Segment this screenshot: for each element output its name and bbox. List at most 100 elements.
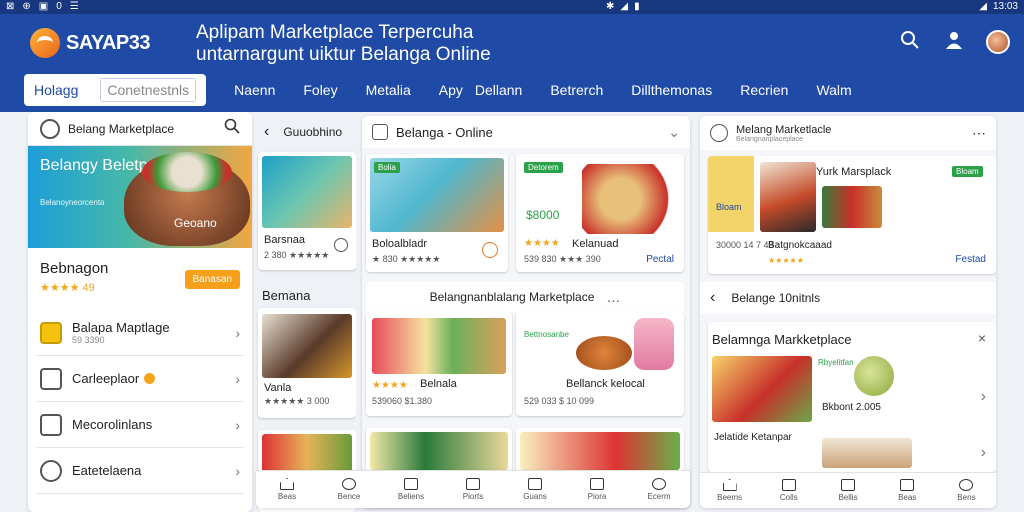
nav-store[interactable]: Beliens [380,471,442,508]
category-tabs: Holagg Conetnestnls Naenn Foley Metalia … [24,74,852,106]
left-panel: Belang Marketplace Belangy Beletpace Bel… [28,112,252,512]
nav-home[interactable]: Beas [256,471,318,508]
status-icon-5: ☰ [69,1,79,12]
search-icon[interactable] [898,30,922,54]
nav-label: Piorts [462,492,484,501]
product-card[interactable] [516,428,684,472]
col4-section-title: Belamnga Markketplace [712,332,852,347]
nav-chat[interactable]: Beas [878,473,937,508]
nav-bills[interactable]: Bellis [818,473,877,508]
search-icon[interactable] [224,118,240,139]
store-icon [372,124,388,140]
nav-account[interactable]: Ecerm [628,471,690,508]
product-tag: Detorem [524,162,563,173]
list-item[interactable]: Mecorolinlans › [36,402,244,448]
tab-metalia[interactable]: Metalia [366,82,411,98]
product-image [760,162,816,232]
account-icon [652,478,666,490]
product-price: 539 830 ★★★ 390 [524,254,601,264]
product-image [370,432,508,470]
chevron-left-icon[interactable]: ‹ [264,123,269,141]
column-2: ‹ Guuobhino Barsnaa 2 380 ★★★★★ Bemana V… [256,112,356,512]
hero-banner[interactable]: Belangy Beletpace Belanoyneorcenta Geoan… [28,146,252,248]
col4-header-title: Melang Marketlacle [736,123,832,136]
product-stars: ★★★★ [372,380,408,391]
col2-section-title: Bemana [262,288,311,303]
product-card[interactable]: Bolia Boloalbladr ★ 830 ★★★★★ [366,154,508,272]
nav-profile[interactable]: Bence [318,471,380,508]
product-sub: Bettnosanbe [524,330,569,339]
hero-subtitle: Belanoyneorcenta [40,198,105,207]
product-card[interactable]: Belamnga Markketplace × Rbyelitfan Bkbon… [708,322,996,472]
product-image [262,314,352,378]
nav-chat[interactable]: Piorts [442,471,504,508]
chevron-right-icon: › [235,370,240,387]
list-item-label: Balapa Maptlage [72,320,170,335]
more-icon[interactable]: ⋯ [972,125,986,142]
col3-header[interactable]: Belangа - Online ⌄ [362,116,690,148]
chart-icon [40,367,62,390]
product-card[interactable]: Bloam Yurk Marsplack Bloam 30000 14 7 49… [708,156,996,274]
smile-icon [334,238,348,252]
nav-collections[interactable]: Colls [759,473,818,508]
chevron-right-icon[interactable]: › [981,444,986,462]
nav-home[interactable]: Beems [700,473,759,508]
product-title: Barsnaa [264,234,305,246]
bottom-nav-right: Beems Colls Bellis Beas Bens [700,472,996,508]
tab-walm[interactable]: Walm [816,82,851,98]
col4-row[interactable]: ‹ Belange 10nitnls [700,282,996,314]
tab-dillthemonas[interactable]: Dillthemonas [631,82,712,98]
product-card[interactable]: ★★★★ Belnala 539060 $1.380 [366,312,512,416]
nav-label: Colls [779,493,798,502]
battery-icon: ▮ [634,1,640,12]
tab-apy[interactable]: Apy [439,82,463,98]
nav-orders[interactable]: Piora [566,471,628,508]
tab-holagg[interactable]: Holagg [34,82,78,98]
tab-conetnestnls[interactable]: Conetnestnls [100,78,197,102]
product-image [854,356,894,396]
tab-foley[interactable]: Foley [303,82,337,98]
product-card[interactable]: Vanla ★★★★★ 3 000 [258,308,356,418]
store-button[interactable]: Banasan [184,270,240,289]
store-icon [40,118,60,139]
product-title: Bellanck kelocal [566,378,645,390]
edit-icon [40,413,62,436]
logo[interactable]: SAYAP33 [30,28,150,58]
clock: 13:03 [992,1,1018,12]
cart-icon [528,478,542,490]
product-card[interactable]: Barsnaa 2 380 ★★★★★ [258,152,356,270]
status-icon-3: ▣ [38,1,49,12]
more-icon[interactable]: … [606,289,620,305]
nav-label: Beems [717,493,743,502]
col4-header: Melang Marketlacle Belangnanplaceplace ⋯ [700,116,996,150]
nav-account[interactable]: Bens [937,473,996,508]
tab-betrerch[interactable]: Betrerch [550,82,603,98]
left-panel-header: Belang Marketplace [28,112,252,146]
product-card[interactable] [366,428,512,472]
store-icon [710,124,728,142]
product-badge: Festad [955,254,986,265]
product-tag-green: Bloam [952,166,983,177]
product-image [582,164,678,234]
product-tag: Bolia [374,162,400,173]
list-item[interactable]: Eatetelaena › [36,448,244,494]
user-icon[interactable] [942,30,966,54]
close-icon[interactable]: × [978,330,986,346]
chevron-left-icon[interactable]: ‹ [710,289,715,307]
nav-cart[interactable]: Guans [504,471,566,508]
chevron-right-icon[interactable]: › [981,388,986,406]
tab-recrien[interactable]: Recrien [740,82,788,98]
list-item[interactable]: Carleeplaor › [36,356,244,402]
product-card[interactable]: Detorem $8000 Kelanuad ★★★★ 539 830 ★★★ … [516,154,684,272]
tab-dellann[interactable]: Dellann [475,82,522,98]
list-item[interactable]: Balapa Maptlage 59 3390 › [36,310,244,356]
avatar[interactable] [986,30,1010,54]
nav-label: Beliens [397,492,425,501]
hero-badge: Geoano [174,216,217,230]
product-card[interactable]: Bettnosanbe Bellanck kelocal 529 033 $ 1… [516,312,684,416]
tab-naenn[interactable]: Naenn [234,82,275,98]
list-item-label: Eatetelaena [72,463,142,478]
app-header: SAYAP33 Aplipam Marketplace Terpercuha u… [0,14,1024,112]
chevron-right-icon: › [235,416,240,433]
nav-label: Piora [587,492,607,501]
